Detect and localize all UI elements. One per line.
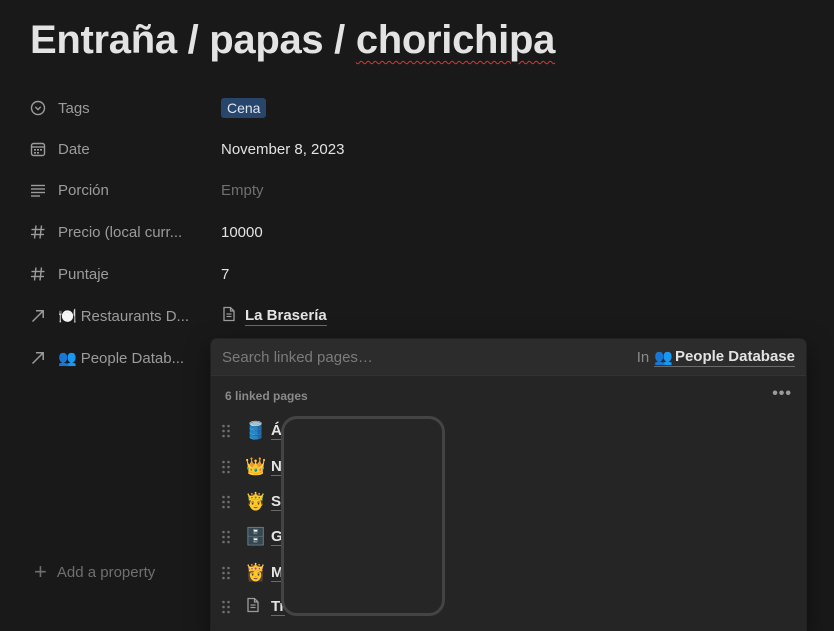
calendar-icon (30, 141, 58, 157)
property-name-label: Puntaje (58, 265, 109, 283)
property-row-precio[interactable]: Precio (local curr... 10000 (30, 218, 410, 246)
princess-emoji-icon: 👸 (245, 563, 267, 582)
add-property-label: Add a property (56, 563, 156, 581)
drag-handle-icon[interactable] (221, 424, 245, 438)
property-name-label: People Datab... (80, 349, 185, 367)
hash-icon (30, 266, 58, 282)
property-name[interactable]: Puntaje (30, 266, 220, 283)
property-value-tags[interactable]: Cena (221, 98, 267, 118)
people-emoji-icon: 👥 (58, 350, 77, 367)
search-linked-pages-input[interactable] (222, 348, 637, 366)
database-name: People Database (674, 348, 795, 365)
property-name[interactable]: Date (30, 141, 220, 158)
linked-page-link[interactable]: La Brasería (245, 307, 327, 326)
tag-badge: Cena (221, 98, 267, 118)
property-name-label: Restaurants D... (80, 307, 190, 325)
database-link[interactable]: 👥 People Database (654, 348, 795, 367)
relation-arrow-icon (30, 350, 58, 366)
in-label: In (636, 348, 650, 366)
add-property-button[interactable]: + Add a property (34, 561, 155, 583)
property-row-porcion[interactable]: Porción Empty (30, 176, 410, 204)
plus-icon: + (34, 559, 47, 584)
property-name[interactable]: 🍽️ Restaurants D... (30, 307, 220, 325)
property-name-label: Date (58, 140, 90, 158)
page-title-misspelled: chorichipa (355, 18, 556, 62)
property-row-tags[interactable]: Tags Cena (30, 94, 410, 122)
property-value-restaurants[interactable]: La Brasería (221, 306, 327, 326)
page-document-icon (245, 597, 271, 618)
page-document-icon (221, 306, 237, 326)
property-value-precio[interactable]: 10000 (221, 224, 263, 241)
property-name[interactable]: 👥 People Datab... (30, 349, 220, 367)
page-title[interactable]: Entraña / papas / chorichipa (30, 18, 555, 63)
drag-handle-icon[interactable] (221, 600, 245, 614)
property-name[interactable]: Precio (local curr... (30, 224, 220, 241)
file-cabinet-emoji-icon: 🗄️ (245, 527, 267, 546)
property-row-date[interactable]: Date November 8, 2023 (30, 135, 410, 163)
linked-page-label[interactable]: S (271, 493, 282, 511)
drag-handle-icon[interactable] (221, 530, 245, 544)
search-row: In 👥 People Database (211, 339, 806, 376)
crown-emoji-icon: 👑 (245, 457, 267, 476)
people-database-emoji-icon: 👥 (654, 348, 673, 366)
more-options-button[interactable]: ••• (772, 385, 792, 403)
property-name[interactable]: Tags (30, 100, 220, 117)
prince-emoji-icon: 🤴 (245, 492, 267, 511)
relation-arrow-icon (30, 308, 58, 324)
property-name-label: Tags (58, 99, 90, 117)
text-lines-icon (30, 182, 58, 198)
property-value-puntaje[interactable]: 7 (221, 266, 229, 283)
hash-icon (30, 224, 58, 240)
page-title-main: Entraña / papas / (30, 18, 356, 62)
drag-handle-icon[interactable] (221, 495, 245, 509)
property-row-restaurants[interactable]: 🍽️ Restaurants D... La Brasería (30, 302, 410, 330)
oil-drum-emoji-icon: 🛢️ (245, 421, 267, 440)
property-name-label: Porción (58, 181, 109, 199)
property-value-date[interactable]: November 8, 2023 (221, 141, 344, 158)
property-name-label: Precio (local curr... (58, 223, 183, 241)
drag-handle-icon[interactable] (221, 566, 245, 580)
chevron-circle-icon (30, 100, 58, 116)
property-value-porcion[interactable]: Empty (221, 182, 264, 199)
drag-handle-icon[interactable] (221, 460, 245, 474)
redaction-overlay (281, 416, 445, 616)
section-heading: 6 linked pages (225, 389, 308, 403)
restaurants-emoji-icon: 🍽️ (58, 308, 77, 325)
property-name[interactable]: Porción (30, 182, 220, 199)
property-row-puntaje[interactable]: Puntaje 7 (30, 260, 410, 288)
